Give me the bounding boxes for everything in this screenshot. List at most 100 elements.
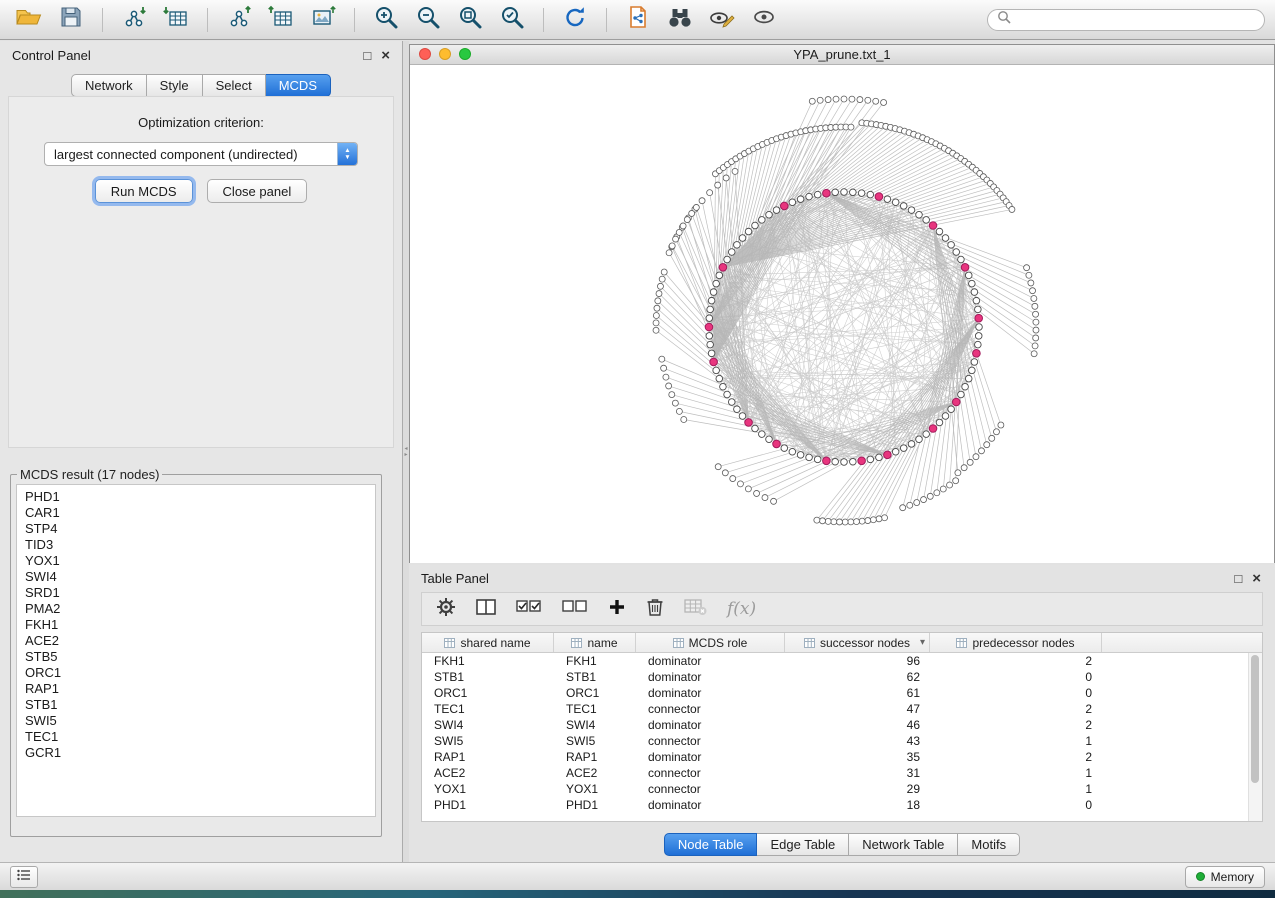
cell-shared_name[interactable]: FKH1 [422, 654, 554, 668]
show-details-button[interactable] [745, 5, 783, 35]
column-header-MCDS-role[interactable]: MCDS role [636, 633, 785, 652]
cell-successors[interactable]: 43 [785, 734, 930, 748]
table-row[interactable]: PHD1PHD1dominator180 [422, 797, 1262, 813]
cell-predecessors[interactable]: 1 [930, 782, 1102, 796]
table-row[interactable]: RAP1RAP1dominator352 [422, 749, 1262, 765]
apply-layout-button[interactable] [556, 5, 594, 35]
cell-name[interactable]: TEC1 [554, 702, 636, 716]
table-scrollbar[interactable] [1248, 653, 1262, 821]
network-window-titlebar[interactable]: YPA_prune.txt_1 [410, 45, 1274, 65]
cell-predecessors[interactable]: 2 [930, 654, 1102, 668]
cell-name[interactable]: RAP1 [554, 750, 636, 764]
close-panel-button[interactable]: Close panel [207, 179, 308, 203]
mcds-result-item[interactable]: FKH1 [17, 617, 375, 633]
mcds-result-item[interactable]: TEC1 [17, 729, 375, 745]
cell-predecessors[interactable]: 2 [930, 702, 1102, 716]
export-image-button[interactable] [304, 5, 342, 35]
cell-shared_name[interactable]: ACE2 [422, 766, 554, 780]
tab-network[interactable]: Network [71, 74, 147, 97]
table-row[interactable]: ACE2ACE2connector311 [422, 765, 1262, 781]
mcds-result-item[interactable]: RAP1 [17, 681, 375, 697]
mcds-result-item[interactable]: SRD1 [17, 585, 375, 601]
mcds-result-item[interactable]: ORC1 [17, 665, 375, 681]
cell-successors[interactable]: 61 [785, 686, 930, 700]
cell-predecessors[interactable]: 2 [930, 750, 1102, 764]
table-row[interactable]: FKH1FKH1dominator962 [422, 653, 1262, 669]
deselect-all-button[interactable] [562, 598, 588, 621]
cell-name[interactable]: FKH1 [554, 654, 636, 668]
export-network-button[interactable] [220, 5, 258, 35]
select-all-button[interactable] [516, 598, 542, 621]
float-panel-icon[interactable]: □ [1234, 572, 1242, 585]
tab-mcds[interactable]: MCDS [266, 74, 331, 97]
network-canvas[interactable] [410, 65, 1274, 563]
tab-select[interactable]: Select [203, 74, 266, 97]
mcds-result-item[interactable]: STB5 [17, 649, 375, 665]
sorted-column-chevron-icon[interactable]: ▾ [920, 637, 925, 648]
cell-role[interactable]: connector [636, 782, 785, 796]
close-window-icon[interactable] [419, 48, 431, 60]
table-row[interactable]: YOX1YOX1connector291 [422, 781, 1262, 797]
tab-node-table[interactable]: Node Table [664, 833, 758, 856]
table-row[interactable]: TEC1TEC1connector472 [422, 701, 1262, 717]
cell-successors[interactable]: 29 [785, 782, 930, 796]
import-network-button[interactable] [115, 5, 153, 35]
cell-name[interactable]: SWI5 [554, 734, 636, 748]
export-table-button[interactable] [262, 5, 300, 35]
mcds-result-item[interactable]: YOX1 [17, 553, 375, 569]
mcds-result-item[interactable]: STB1 [17, 697, 375, 713]
table-row[interactable]: ORC1ORC1dominator610 [422, 685, 1262, 701]
tab-network-table[interactable]: Network Table [849, 833, 958, 856]
cell-predecessors[interactable]: 0 [930, 798, 1102, 812]
cell-successors[interactable]: 35 [785, 750, 930, 764]
column-header-successor-nodes[interactable]: successor nodes▾ [785, 633, 930, 652]
add-column-button[interactable] [608, 598, 626, 621]
cell-role[interactable]: dominator [636, 686, 785, 700]
column-header-predecessor-nodes[interactable]: predecessor nodes [930, 633, 1102, 652]
mcds-result-item[interactable]: PMA2 [17, 601, 375, 617]
mcds-result-item[interactable]: SWI4 [17, 569, 375, 585]
close-panel-icon[interactable]: × [381, 49, 390, 62]
column-header-shared-name[interactable]: shared name [422, 633, 554, 652]
cell-name[interactable]: YOX1 [554, 782, 636, 796]
cell-successors[interactable]: 96 [785, 654, 930, 668]
save-session-button[interactable] [52, 5, 90, 35]
find-button[interactable] [661, 5, 699, 35]
mcds-result-item[interactable]: CAR1 [17, 505, 375, 521]
cell-name[interactable]: STB1 [554, 670, 636, 684]
cell-shared_name[interactable]: STB1 [422, 670, 554, 684]
close-panel-icon[interactable]: × [1252, 572, 1261, 585]
table-row[interactable]: SWI5SWI5connector431 [422, 733, 1262, 749]
cell-predecessors[interactable]: 2 [930, 718, 1102, 732]
cell-successors[interactable]: 62 [785, 670, 930, 684]
tab-edge-table[interactable]: Edge Table [757, 833, 849, 856]
cell-name[interactable]: ACE2 [554, 766, 636, 780]
open-file-button[interactable] [10, 5, 48, 35]
table-settings-button[interactable] [436, 597, 456, 622]
cell-successors[interactable]: 31 [785, 766, 930, 780]
cell-predecessors[interactable]: 0 [930, 670, 1102, 684]
cell-role[interactable]: connector [636, 734, 785, 748]
show-columns-button[interactable] [476, 598, 496, 621]
cell-name[interactable]: PHD1 [554, 798, 636, 812]
minimize-window-icon[interactable] [439, 48, 451, 60]
cell-name[interactable]: SWI4 [554, 718, 636, 732]
zoom-fit-button[interactable] [451, 5, 489, 35]
mcds-result-item[interactable]: PHD1 [17, 489, 375, 505]
cell-shared_name[interactable]: RAP1 [422, 750, 554, 764]
tab-style[interactable]: Style [147, 74, 203, 97]
cell-name[interactable]: ORC1 [554, 686, 636, 700]
tab-motifs[interactable]: Motifs [958, 833, 1020, 856]
cell-role[interactable]: dominator [636, 750, 785, 764]
cell-role[interactable]: dominator [636, 798, 785, 812]
cell-predecessors[interactable]: 1 [930, 734, 1102, 748]
column-header-name[interactable]: name [554, 633, 636, 652]
float-panel-icon[interactable]: □ [363, 49, 371, 62]
cell-predecessors[interactable]: 1 [930, 766, 1102, 780]
mcds-result-item[interactable]: STP4 [17, 521, 375, 537]
cell-successors[interactable]: 47 [785, 702, 930, 716]
table-row[interactable]: STB1STB1dominator620 [422, 669, 1262, 685]
search-input[interactable] [1017, 12, 1255, 28]
import-table-button[interactable] [157, 5, 195, 35]
run-mcds-button[interactable]: Run MCDS [95, 179, 193, 203]
